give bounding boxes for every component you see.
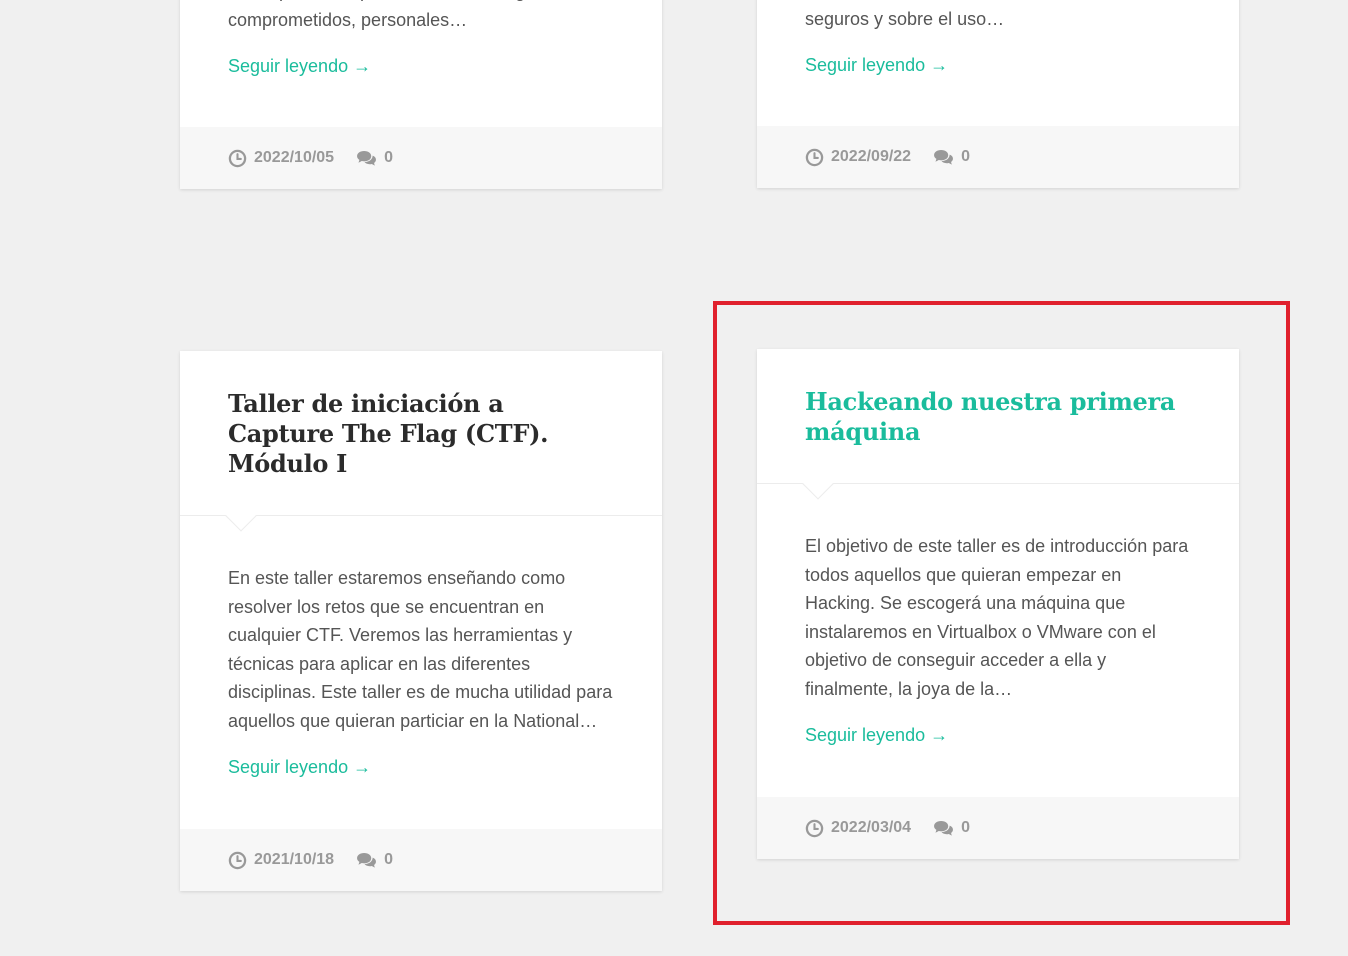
clock-icon (805, 148, 824, 166)
post-date: 2022/03/04 (805, 819, 911, 838)
post-comments[interactable]: 0 (356, 851, 393, 869)
clock-icon (805, 819, 824, 837)
post-card: Taller de iniciación a Capture The Flag … (180, 351, 662, 891)
post-header: Taller de iniciación a Capture The Flag … (180, 351, 662, 532)
post-card: los dispositivos que dan acceso a lugare… (180, 0, 662, 189)
read-more-link[interactable]: Seguir leyendo → (805, 723, 948, 747)
post-title[interactable]: Hackeando nuestra primera máquina (805, 387, 1191, 447)
post-date-text: 2022/10/05 (254, 149, 335, 166)
clock-icon (228, 851, 247, 869)
comments-icon (357, 150, 377, 166)
read-more-link[interactable]: Seguir leyendo → (228, 54, 371, 78)
post-excerpt: los dispositivos que dan acceso a lugare… (228, 0, 560, 30)
post-meta: 2021/10/18 0 (180, 829, 662, 891)
post-date-text: 2022/03/04 (831, 819, 912, 836)
post-meta: 2022/09/22 0 (757, 126, 1239, 188)
post-card-body: los dispositivos que dan acceso a lugare… (180, 0, 662, 127)
comments-count: 0 (384, 851, 393, 868)
post-date: 2021/10/18 (228, 851, 334, 870)
read-more-link[interactable]: Seguir leyendo → (228, 755, 371, 779)
post-comments[interactable]: 0 (933, 819, 970, 837)
post-title[interactable]: Taller de iniciación a Capture The Flag … (228, 389, 614, 479)
post-excerpt: la importancia de invertir en dispositiv… (805, 8, 1005, 29)
post-date-text: 2022/09/22 (831, 148, 912, 165)
post-card-body: En este taller estaremos enseñando como … (180, 516, 662, 829)
post-card-body: El objetivo de este taller es de introdu… (757, 484, 1239, 797)
post-excerpt: El objetivo de este taller es de introdu… (805, 536, 1189, 699)
comments-icon (934, 820, 954, 836)
comments-icon (934, 149, 954, 165)
comments-count: 0 (961, 148, 970, 165)
comments-icon (357, 852, 377, 868)
post-card: la importancia de invertir en dispositiv… (757, 0, 1239, 188)
post-date: 2022/09/22 (805, 148, 911, 167)
post-meta: 2022/03/04 0 (757, 797, 1239, 859)
post-comments[interactable]: 0 (933, 148, 970, 166)
post-date: 2022/10/05 (228, 149, 334, 168)
comments-count: 0 (961, 819, 970, 836)
blog-grid: los dispositivos que dan acceso a lugare… (0, 0, 1348, 956)
post-comments[interactable]: 0 (356, 149, 393, 167)
read-more-link[interactable]: Seguir leyendo → (805, 53, 948, 77)
post-meta: 2022/10/05 0 (180, 127, 662, 189)
post-date-text: 2021/10/18 (254, 851, 335, 868)
post-card-body: la importancia de invertir en dispositiv… (757, 0, 1239, 126)
comments-count: 0 (384, 149, 393, 166)
post-card-highlighted: Hackeando nuestra primera máquina El obj… (757, 349, 1239, 859)
post-header: Hackeando nuestra primera máquina (757, 349, 1239, 500)
clock-icon (228, 149, 247, 167)
post-excerpt: En este taller estaremos enseñando como … (228, 568, 613, 731)
